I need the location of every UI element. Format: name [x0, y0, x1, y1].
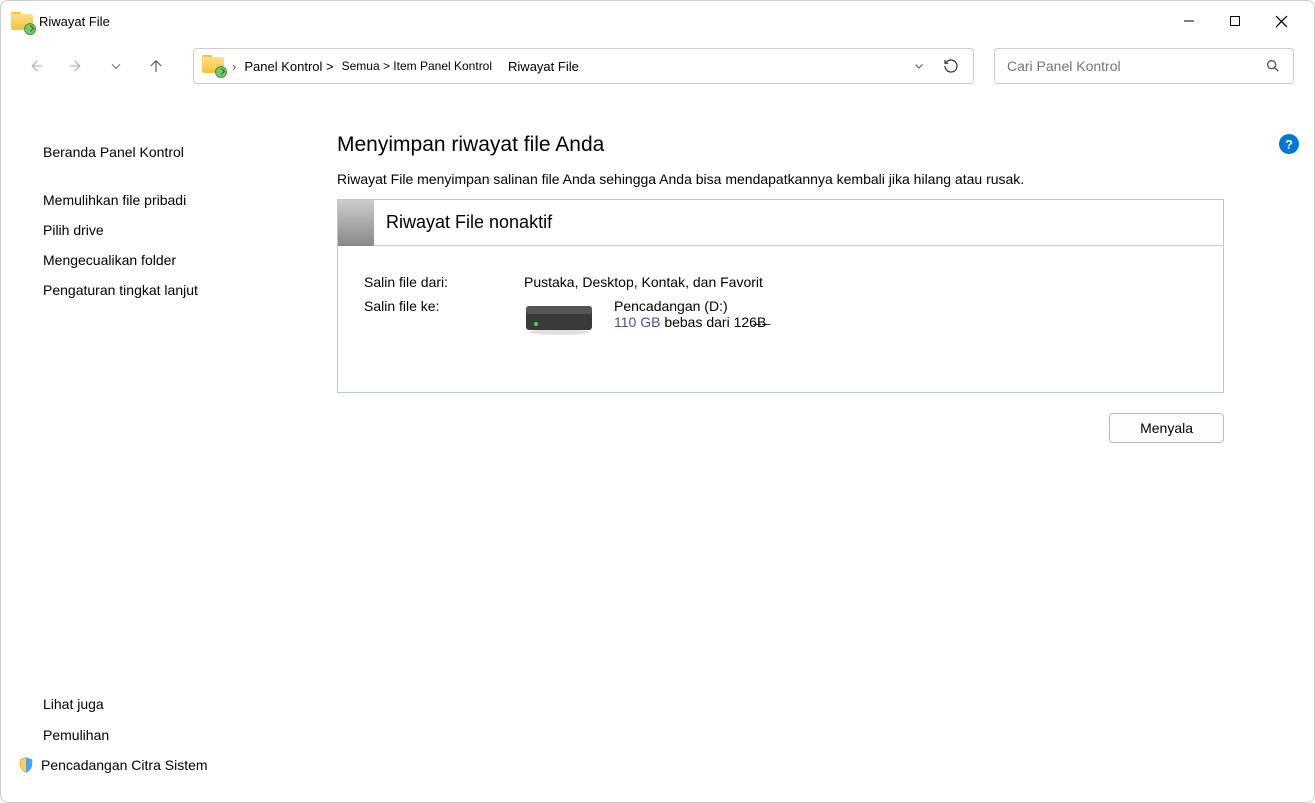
title-bar: Riwayat File [1, 1, 1314, 41]
see-also-recovery[interactable]: Pemulihan [43, 722, 287, 748]
breadcrumb-seg-2[interactable]: Semua > Item Panel Kontrol [342, 59, 492, 73]
breadcrumb-seg-3[interactable]: Riwayat File [508, 59, 579, 74]
breadcrumb-seg-1[interactable]: Panel Kontrol > [244, 59, 333, 74]
up-button[interactable] [139, 49, 173, 83]
sidebar-link-exclude-folders[interactable]: Mengecualikan folder [43, 247, 287, 273]
search-icon[interactable] [1265, 58, 1281, 74]
drive-icon [524, 302, 594, 338]
forward-button[interactable] [59, 49, 93, 83]
page-heading: Menyimpan riwayat file Anda [337, 133, 1224, 157]
copy-to-label: Salin file ke: [364, 298, 524, 338]
close-button[interactable] [1258, 5, 1304, 37]
status-header: Riwayat File nonaktif [338, 200, 1223, 246]
sidebar: Beranda Panel Kontrol Memulihkan file pr… [1, 99, 311, 796]
address-bar[interactable]: › Panel Kontrol > Semua > Item Panel Kon… [193, 48, 974, 84]
sidebar-home[interactable]: Beranda Panel Kontrol [43, 139, 287, 165]
folder-icon [202, 55, 224, 77]
drive-name: Pencadangan (D:) [614, 298, 766, 314]
drive-rest: bebas dari 126̶B̶ [660, 314, 766, 330]
status-title: Riwayat File nonaktif [386, 212, 552, 233]
page-subtitle: Riwayat File menyimpan salinan file Anda… [337, 171, 1224, 187]
sidebar-link-restore[interactable]: Memulihkan file pribadi [43, 187, 287, 213]
main-content: Menyimpan riwayat file Anda Riwayat File… [311, 99, 1314, 796]
nav-toolbar: › Panel Kontrol > Semua > Item Panel Kon… [1, 41, 1314, 91]
app-icon [11, 12, 29, 30]
recent-locations-button[interactable] [99, 49, 133, 83]
address-dropdown-button[interactable] [909, 60, 929, 72]
search-box[interactable] [994, 48, 1294, 84]
drive-free: 110 GB [614, 314, 660, 330]
sidebar-link-select-drive[interactable]: Pilih drive [43, 217, 287, 243]
status-box: Riwayat File nonaktif Salin file dari: P… [337, 199, 1224, 393]
shield-icon [17, 756, 35, 774]
see-also-header: Lihat juga [43, 696, 287, 712]
maximize-button[interactable] [1212, 5, 1258, 37]
minimize-button[interactable] [1166, 5, 1212, 37]
sidebar-link-advanced[interactable]: Pengaturan tingkat lanjut [43, 277, 287, 303]
drive-space: 110 GB bebas dari 126̶B̶ [614, 314, 766, 330]
back-button[interactable] [19, 49, 53, 83]
status-indicator-icon [338, 200, 374, 246]
chevron-right-icon: › [232, 59, 236, 74]
copy-from-label: Salin file dari: [364, 274, 524, 290]
see-also-system-image[interactable]: Pencadangan Citra Sistem [41, 752, 208, 778]
copy-from-value: Pustaka, Desktop, Kontak, dan Favorit [524, 274, 763, 290]
turn-on-button[interactable]: Menyala [1109, 413, 1224, 443]
window-title: Riwayat File [39, 14, 110, 29]
refresh-button[interactable] [937, 58, 965, 74]
search-input[interactable] [1007, 58, 1265, 74]
